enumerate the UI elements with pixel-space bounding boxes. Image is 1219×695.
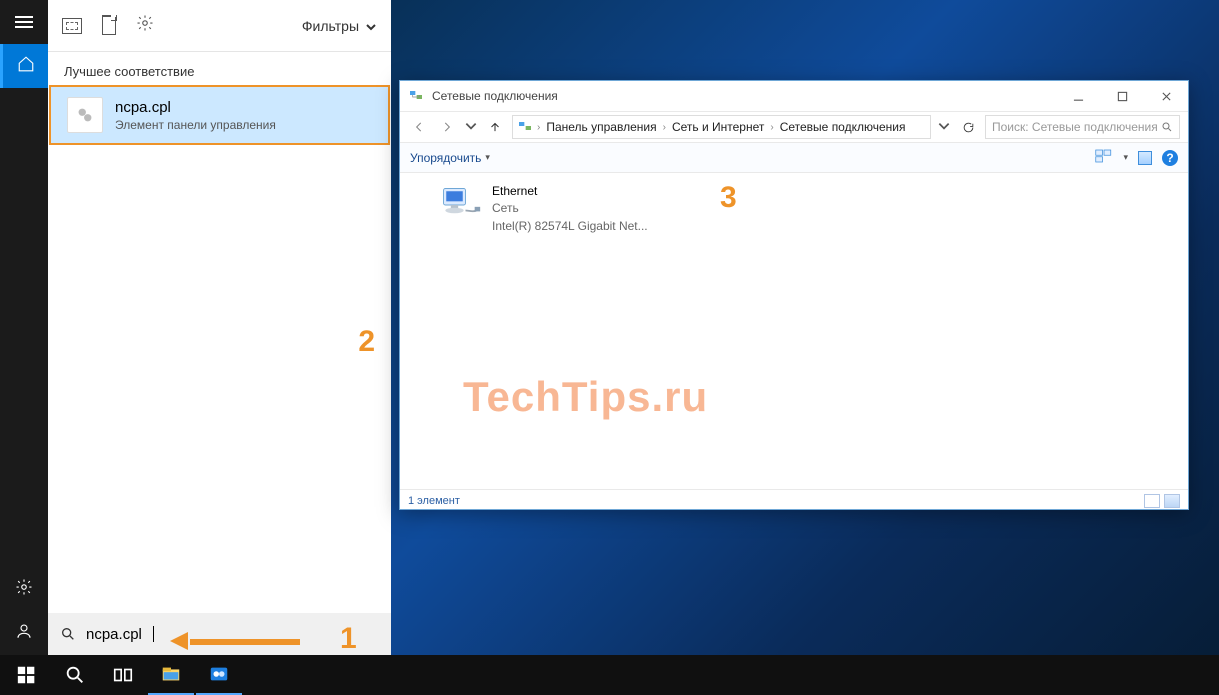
explorer-navbar: › Панель управления › Сеть и Интернет › … bbox=[400, 111, 1188, 143]
search-query-text: ncpa.cpl bbox=[86, 626, 142, 643]
control-panel-icon bbox=[208, 663, 230, 685]
explorer-statusbar: 1 элемент bbox=[400, 489, 1188, 511]
address-breadcrumb[interactable]: › Панель управления › Сеть и Интернет › … bbox=[512, 115, 931, 139]
start-button[interactable] bbox=[4, 655, 50, 695]
close-button[interactable] bbox=[1144, 81, 1188, 111]
annotation-1: 1 bbox=[340, 622, 357, 656]
home-button[interactable] bbox=[0, 44, 48, 88]
breadcrumb-2[interactable]: Сеть и Интернет bbox=[670, 120, 766, 134]
explorer-window: Сетевые подключения › Панель управления … bbox=[399, 80, 1189, 510]
home-icon bbox=[17, 55, 35, 78]
network-adapter-item[interactable]: Ethernet Сеть Intel(R) 82574L Gigabit Ne… bbox=[438, 183, 648, 235]
filters-label: Фильтры bbox=[302, 18, 359, 34]
taskbar-explorer-button[interactable] bbox=[148, 655, 194, 695]
search-icon bbox=[60, 626, 76, 642]
explorer-toolbar: Упорядочить ▾ ▾ ? bbox=[400, 143, 1188, 173]
watermark-text: TechTips.ru bbox=[463, 373, 708, 421]
cpl-file-icon bbox=[67, 97, 103, 133]
start-sidebar bbox=[0, 0, 48, 655]
adapter-device: Intel(R) 82574L Gigabit Net... bbox=[492, 218, 648, 235]
user-icon bbox=[15, 622, 33, 645]
nav-back-button[interactable] bbox=[408, 116, 430, 138]
hamburger-icon bbox=[15, 16, 33, 28]
explorer-body[interactable]: Ethernet Сеть Intel(R) 82574L Gigabit Ne… bbox=[400, 173, 1188, 489]
search-result-item[interactable]: ncpa.cpl Элемент панели управления bbox=[49, 85, 390, 145]
result-title: ncpa.cpl bbox=[115, 99, 276, 116]
breadcrumb-sep: › bbox=[537, 122, 540, 133]
desktop: Фильтры Лучшее соответствие ncpa.cpl Эле… bbox=[0, 0, 1219, 695]
filters-dropdown[interactable]: Фильтры bbox=[302, 18, 377, 34]
organize-menu[interactable]: Упорядочить ▾ bbox=[410, 151, 490, 165]
task-view-button[interactable] bbox=[100, 655, 146, 695]
adapter-status: Сеть bbox=[492, 200, 648, 217]
search-icon bbox=[1161, 121, 1173, 133]
help-button[interactable]: ? bbox=[1162, 150, 1178, 166]
adapter-name: Ethernet bbox=[492, 183, 648, 200]
apps-tab-icon[interactable] bbox=[62, 18, 82, 34]
nav-up-button[interactable] bbox=[484, 116, 506, 138]
search-panel: Фильтры Лучшее соответствие ncpa.cpl Эле… bbox=[48, 0, 391, 655]
nav-forward-button[interactable] bbox=[436, 116, 458, 138]
windows-logo-icon bbox=[16, 664, 38, 686]
taskbar-control-panel-button[interactable] bbox=[196, 655, 242, 695]
preview-pane-button[interactable] bbox=[1138, 151, 1152, 165]
taskbar-search-button[interactable] bbox=[52, 655, 98, 695]
status-item-count: 1 элемент bbox=[408, 495, 460, 507]
best-match-header: Лучшее соответствие bbox=[48, 52, 391, 85]
ethernet-adapter-icon bbox=[438, 183, 482, 232]
address-dropdown[interactable] bbox=[937, 119, 951, 136]
chevron-down-icon bbox=[365, 20, 377, 32]
sidebar-settings-button[interactable] bbox=[0, 567, 48, 611]
dropdown-caret-icon: ▾ bbox=[485, 152, 490, 163]
maximize-button[interactable] bbox=[1100, 81, 1144, 111]
nav-history-dropdown[interactable] bbox=[464, 119, 478, 136]
annotation-2: 2 bbox=[358, 325, 375, 359]
explorer-search-placeholder: Поиск: Сетевые подключения bbox=[992, 120, 1158, 134]
file-explorer-icon bbox=[160, 663, 182, 685]
organize-label: Упорядочить bbox=[410, 151, 481, 165]
view-tiles-button[interactable] bbox=[1164, 494, 1180, 508]
explorer-search-input[interactable]: Поиск: Сетевые подключения bbox=[985, 115, 1180, 139]
window-title: Сетевые подключения bbox=[432, 89, 558, 103]
window-titlebar[interactable]: Сетевые подключения bbox=[400, 81, 1188, 111]
annotation-3: 3 bbox=[720, 181, 737, 215]
text-cursor bbox=[153, 626, 154, 642]
breadcrumb-3[interactable]: Сетевые подключения bbox=[778, 120, 908, 134]
task-view-icon bbox=[112, 664, 134, 686]
sidebar-user-button[interactable] bbox=[0, 611, 48, 655]
view-options-button[interactable] bbox=[1095, 149, 1113, 166]
breadcrumb-1[interactable]: Панель управления bbox=[544, 120, 658, 134]
gear-icon bbox=[15, 578, 33, 601]
refresh-button[interactable] bbox=[957, 116, 979, 138]
minimize-button[interactable] bbox=[1056, 81, 1100, 111]
settings-tab-icon[interactable] bbox=[136, 14, 154, 37]
taskbar[interactable] bbox=[0, 655, 1219, 695]
breadcrumb-icon bbox=[517, 118, 533, 137]
hamburger-button[interactable] bbox=[0, 0, 48, 44]
dropdown-caret-icon[interactable]: ▾ bbox=[1123, 152, 1128, 163]
documents-tab-icon[interactable] bbox=[102, 17, 116, 35]
search-panel-tabs: Фильтры bbox=[48, 0, 391, 52]
network-connections-icon bbox=[408, 87, 424, 106]
result-subtitle: Элемент панели управления bbox=[115, 118, 276, 132]
view-details-button[interactable] bbox=[1144, 494, 1160, 508]
search-icon bbox=[64, 664, 86, 686]
